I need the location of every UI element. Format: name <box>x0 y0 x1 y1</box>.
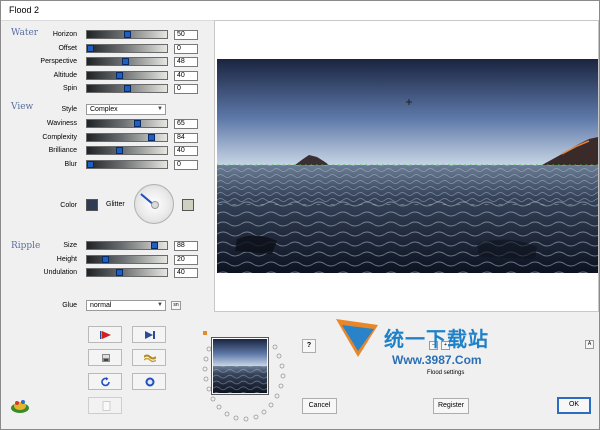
view-slider-waviness[interactable] <box>86 119 168 128</box>
title-bar: Flood 2 <box>1 1 599 21</box>
view-value-blur[interactable]: 0 <box>174 159 198 170</box>
water-label-altitude: Altitude <box>53 71 77 79</box>
sn-button[interactable]: sn <box>171 301 181 310</box>
ripple-value-undulation[interactable]: 40 <box>174 268 198 278</box>
water-slider-perspective[interactable] <box>86 57 168 66</box>
slider-thumb[interactable] <box>87 160 94 168</box>
ripple-value-size[interactable]: 88 <box>174 241 198 251</box>
view-label-complexity: Complexity <box>42 133 77 141</box>
slider-thumb[interactable] <box>102 255 109 263</box>
wave-button[interactable] <box>132 349 166 366</box>
water-value-horizon[interactable]: 50 <box>174 30 198 40</box>
water-label-spin: Spin <box>62 85 77 92</box>
ripple-slider-height[interactable] <box>86 254 168 264</box>
cancel-button[interactable]: Cancel <box>302 398 337 414</box>
ring-icon <box>145 377 155 387</box>
slider-thumb[interactable] <box>122 58 129 65</box>
view-label-waviness: Waviness <box>46 120 77 127</box>
play-button[interactable] <box>88 326 122 343</box>
ok-button[interactable]: OK <box>557 397 591 414</box>
color-label: Color <box>60 202 77 209</box>
page-button[interactable] <box>88 397 122 414</box>
dial-hub <box>151 201 159 209</box>
chevron-down-icon: ▼ <box>157 302 163 308</box>
water-slider-offset[interactable] <box>86 43 168 53</box>
thumbnail-image <box>213 339 268 394</box>
water-slider-spin[interactable] <box>86 84 168 93</box>
window-title: Flood 2 <box>9 5 40 15</box>
wave-icon <box>144 354 156 363</box>
slider-thumb[interactable] <box>134 120 141 127</box>
ripple-label-height: Height <box>56 255 77 263</box>
register-button[interactable]: Register <box>433 398 469 414</box>
ripple-label-size: Size <box>63 242 77 249</box>
view-slider-complexity[interactable] <box>86 132 168 142</box>
view-slider-brilliance[interactable] <box>86 146 168 155</box>
water-label-offset: Offset <box>58 44 77 52</box>
preview-panel[interactable] <box>214 20 599 312</box>
rotate-button[interactable] <box>88 373 122 390</box>
watermark-text: 统一下载站 <box>384 329 489 351</box>
style-label: Style <box>61 106 77 113</box>
view-value-complexity[interactable]: 84 <box>174 132 198 143</box>
stamp-button[interactable] <box>88 349 122 366</box>
view-value-waviness[interactable]: 65 <box>174 119 198 129</box>
style-dropdown[interactable]: Complex ▼ <box>86 104 166 115</box>
step-button[interactable] <box>132 326 166 343</box>
plugin-logo-icon <box>11 400 29 413</box>
flood-settings-label: Flood settings <box>427 370 465 376</box>
watermark-logo-icon <box>336 319 378 357</box>
slider-thumb[interactable] <box>148 133 155 141</box>
view-slider-blur[interactable] <box>86 159 168 169</box>
view-label-blur: Blur <box>64 160 77 168</box>
style-value: Complex <box>90 106 118 113</box>
color-swatch[interactable] <box>86 199 98 211</box>
flood-preview-image[interactable] <box>217 59 598 273</box>
slider-thumb[interactable] <box>124 85 131 92</box>
glue-dropdown[interactable]: normal ▼ <box>86 300 166 311</box>
glue-value: normal <box>90 302 112 309</box>
view-value-brilliance[interactable]: 40 <box>174 146 198 156</box>
ripple-slider-size[interactable] <box>86 241 168 250</box>
slider-thumb[interactable] <box>116 147 123 154</box>
page-icon <box>102 401 111 411</box>
flood-dialog: Flood 2 Water Horizon 50 Offset 0 Perspectiv… <box>0 0 600 430</box>
water-value-perspective[interactable]: 48 <box>174 57 198 67</box>
slider-thumb[interactable] <box>116 269 123 276</box>
stamp-icon <box>102 354 110 362</box>
watermark-url: Www.3987.Com <box>392 353 482 367</box>
chevron-down-icon: ▼ <box>157 106 163 112</box>
water-slider-horizon[interactable] <box>86 30 168 39</box>
slider-thumb[interactable] <box>151 242 158 249</box>
rotate-icon <box>101 377 110 387</box>
play-icon <box>100 331 111 339</box>
glitter-dial[interactable] <box>134 184 174 224</box>
water-label-perspective: Perspective <box>40 58 77 65</box>
slider-thumb[interactable] <box>87 44 94 52</box>
ripple-slider-undulation[interactable] <box>86 268 168 277</box>
preview-thumbnail[interactable] <box>211 337 269 395</box>
water-value-offset[interactable]: 0 <box>174 43 198 54</box>
ripple-value-height[interactable]: 20 <box>174 254 198 265</box>
view-label-brilliance: Brilliance <box>48 147 77 154</box>
step-icon <box>145 331 155 339</box>
water-slider-altitude[interactable] <box>86 70 168 80</box>
ripple-label-undulation: Undulation <box>43 269 77 276</box>
glitter-swatch[interactable] <box>182 199 194 211</box>
glitter-label: Glitter <box>106 201 125 208</box>
water-value-altitude[interactable]: 40 <box>174 70 198 81</box>
glue-label: Glue <box>62 302 77 309</box>
help-button[interactable]: ? <box>302 339 316 353</box>
expand-button[interactable]: A <box>585 340 594 349</box>
ring-button[interactable] <box>132 373 166 390</box>
slider-thumb[interactable] <box>116 71 123 79</box>
water-value-spin[interactable]: 0 <box>174 84 198 94</box>
water-label-horizon: Horizon <box>52 31 77 38</box>
slider-thumb[interactable] <box>124 31 131 38</box>
